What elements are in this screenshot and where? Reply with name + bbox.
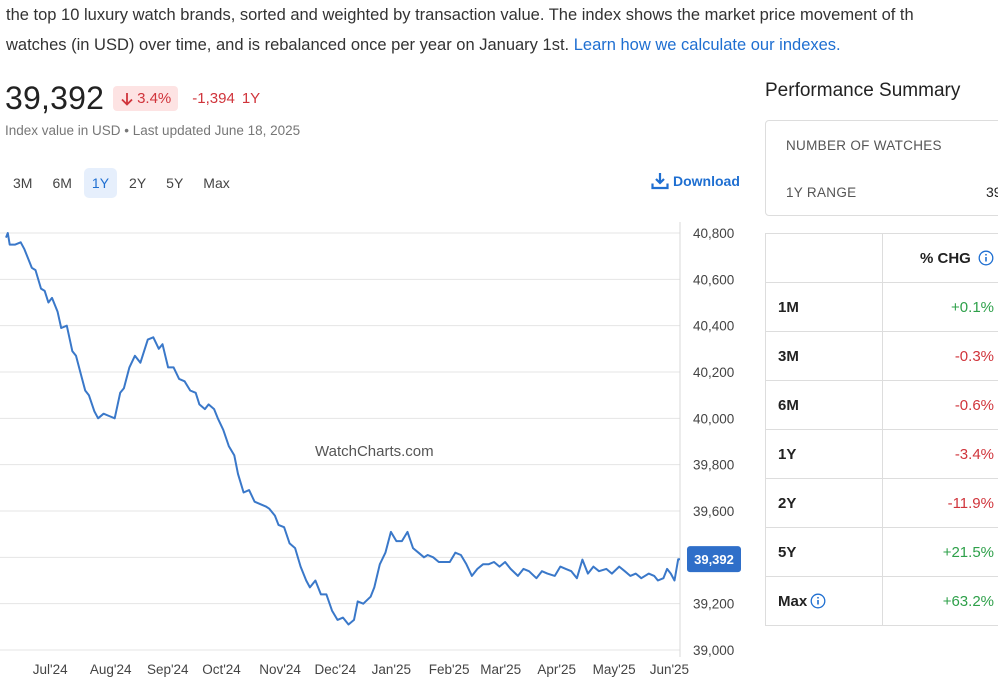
change-period: 1Y [241, 90, 261, 107]
abs-change-value: -1,394 [192, 90, 235, 107]
change-row: 1M +0.1% [765, 282, 998, 332]
index-series-line [5, 232, 680, 626]
x-tick-label: Sep'24 [147, 662, 189, 677]
range-tabs: 3M 6M 1Y 2Y 5Y Max [5, 168, 242, 198]
x-tick-label: Jul'24 [33, 662, 68, 677]
chart-watermark: WatchCharts.com [315, 443, 434, 460]
info-icon[interactable] [810, 593, 826, 609]
y-tick-label: 40,000 [693, 411, 734, 426]
change-period-cell: Max [765, 576, 883, 626]
change-table-header-row: % CHG [765, 233, 998, 283]
y-tick-label: 40,600 [693, 272, 734, 287]
change-table: % CHG 1M +0.1% 3M -0.3% 6M -0.6% 1Y -3.4% 2Y -11.… [765, 233, 998, 626]
performance-title: Performance Summary [765, 80, 961, 101]
y-tick-label: 40,400 [693, 319, 734, 334]
x-tick-label: Oct'24 [202, 662, 241, 677]
change-period-cell: 3M [765, 331, 883, 381]
change-period-cell: 5Y [765, 527, 883, 577]
change-period-label: 6M [778, 396, 799, 414]
change-value-cell: -0.6% [882, 380, 998, 430]
tab-3m[interactable]: 3M [5, 168, 40, 198]
change-value-cell: -11.9% [882, 478, 998, 528]
tab-2y[interactable]: 2Y [121, 168, 154, 198]
change-value-cell: +63.2% [882, 576, 998, 626]
y-tick-label: 40,200 [693, 365, 734, 380]
x-tick-label: Aug'24 [90, 662, 132, 677]
download-button[interactable]: Download [651, 172, 740, 190]
change-row: 1Y -3.4% [765, 429, 998, 479]
change-row: 2Y -11.9% [765, 478, 998, 528]
x-tick-label: Jan'25 [372, 662, 411, 677]
arrow-down-icon [121, 92, 133, 106]
x-tick-label: May'25 [593, 662, 636, 677]
header-blank [765, 233, 883, 283]
y-tick-label: 39,200 [693, 597, 734, 612]
current-value-label: 39,392 [694, 552, 734, 567]
change-period-cell: 2Y [765, 478, 883, 528]
y-tick-label: 39,800 [693, 458, 734, 473]
change-period-label: 5Y [778, 543, 797, 561]
change-row: 3M -0.3% [765, 331, 998, 381]
change-row: 6M -0.6% [765, 380, 998, 430]
change-value-cell: +0.1% [882, 282, 998, 332]
x-tick-label: Feb'25 [429, 662, 470, 677]
change-period-cell: 6M [765, 380, 883, 430]
index-value-row: 39,392 3.4% -1,394 1Y [5, 80, 260, 117]
change-period-cell: 1M [765, 282, 883, 332]
change-value-cell: -0.3% [882, 331, 998, 381]
x-tick-label: Mar'25 [480, 662, 521, 677]
intro-line-2: watches (in USD) over time, and is rebal… [6, 30, 998, 60]
index-subline: Index value in USD • Last updated June 1… [5, 123, 301, 138]
intro-text: the top 10 luxury watch brands, sorted a… [6, 0, 998, 60]
tab-1y[interactable]: 1Y [83, 168, 118, 198]
x-tick-label: Dec'24 [315, 662, 357, 677]
tab-5y[interactable]: 5Y [158, 168, 191, 198]
pct-change-value: 3.4% [137, 90, 172, 107]
change-row: Max +63.2% [765, 576, 998, 626]
change-period-label: 2Y [778, 494, 797, 512]
y-tick-label: 40,800 [693, 226, 734, 241]
intro-line-2-text: watches (in USD) over time, and is rebal… [6, 36, 570, 54]
info-icon[interactable] [978, 250, 994, 266]
change-value-cell: -3.4% [882, 429, 998, 479]
stat-value-range: 39 [986, 184, 998, 200]
index-value: 39,392 [5, 80, 105, 116]
change-value-cell: +21.5% [882, 527, 998, 577]
y-tick-label: 39,600 [693, 504, 734, 519]
header-pct-chg: % CHG [882, 233, 998, 283]
tab-6m[interactable]: 6M [44, 168, 79, 198]
change-period-cell: 1Y [765, 429, 883, 479]
x-tick-label: Apr'25 [537, 662, 576, 677]
change-period-label: 1Y [778, 445, 797, 463]
intro-line-1: the top 10 luxury watch brands, sorted a… [6, 6, 914, 24]
download-label: Download [673, 173, 740, 189]
change-period-label: 1M [778, 298, 799, 316]
change-period-label: Max [778, 592, 808, 610]
performance-stats-box: NUMBER OF WATCHES 1Y RANGE 39 [765, 120, 998, 216]
stat-label-range: 1Y RANGE [786, 185, 857, 200]
change-row: 5Y +21.5% [765, 527, 998, 577]
stat-label-watches: NUMBER OF WATCHES [786, 138, 942, 153]
pct-change-badge: 3.4% [113, 86, 179, 111]
x-tick-label: Nov'24 [259, 662, 301, 677]
price-chart: 40,800 40,600 40,400 40,200 40,000 39,800 39,6… [0, 222, 741, 677]
y-tick-label: 39,000 [693, 643, 734, 658]
tab-max[interactable]: Max [195, 168, 237, 198]
header-pct-chg-label: % CHG [919, 249, 971, 267]
x-tick-label: Jun'25 [650, 662, 689, 677]
change-period-label: 3M [778, 347, 799, 365]
download-icon [651, 173, 669, 190]
methodology-link[interactable]: Learn how we calculate our indexes. [574, 36, 841, 54]
